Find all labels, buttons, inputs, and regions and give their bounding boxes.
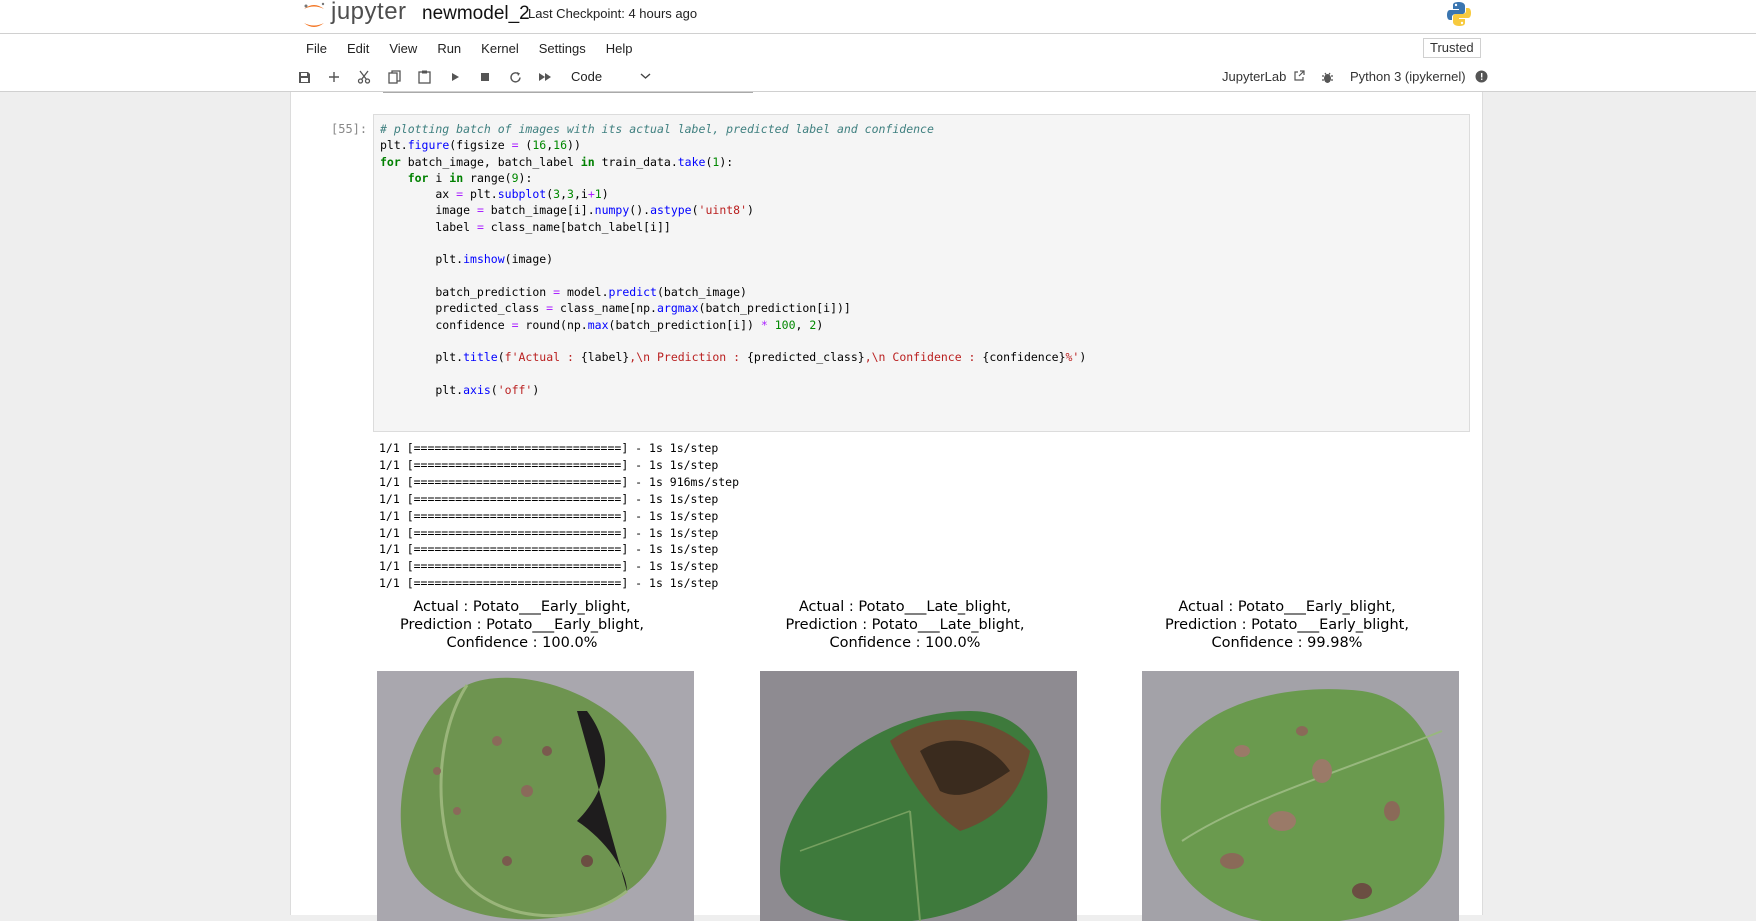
title-actual: Actual : Potato___Late_blight, <box>798 599 1012 615</box>
jupyter-logo[interactable]: jupyter <box>301 0 407 32</box>
leaf-image <box>760 671 1077 921</box>
menu: File Edit View Run Kernel Settings Help <box>296 34 642 63</box>
subplot-title: Actual : Potato___Early_blight, Predicti… <box>1122 598 1452 652</box>
restart-run-all-button[interactable] <box>536 68 554 86</box>
python-logo-icon <box>1447 2 1471 26</box>
fast-forward-icon <box>539 73 551 81</box>
menu-edit[interactable]: Edit <box>337 41 379 56</box>
output-line: 1/1 [==============================] - 1… <box>379 542 719 557</box>
menu-file[interactable]: File <box>296 41 337 56</box>
menu-settings[interactable]: Settings <box>529 41 596 56</box>
menu-help[interactable]: Help <box>596 41 643 56</box>
code-cell-editor[interactable]: # plotting batch of images with its actu… <box>373 114 1470 432</box>
restart-button[interactable] <box>506 68 524 86</box>
title-confidence: Confidence : 100.0% <box>829 635 981 651</box>
output-line: 1/1 [==============================] - 1… <box>379 508 719 523</box>
interrupt-button[interactable] <box>476 68 494 86</box>
kernel-label: Python 3 (ipykernel) <box>1350 69 1466 84</box>
plus-icon <box>329 72 339 82</box>
notebook-panel: [55]: # plotting batch of images with it… <box>290 92 1483 921</box>
run-button[interactable] <box>446 68 464 86</box>
kernel-name[interactable]: Python 3 (ipykernel) <box>1350 69 1488 84</box>
leaf-image <box>1142 671 1459 921</box>
top-bar: jupyter newmodel_2 Last Checkpoint: 4 ho… <box>0 0 1756 33</box>
kernel-status-icon <box>1475 70 1488 83</box>
output-line: 1/1 [==============================] - 1… <box>379 559 719 574</box>
logo-text: jupyter <box>331 0 407 25</box>
paste-icon <box>417 70 431 84</box>
copy-button[interactable] <box>385 68 403 86</box>
jupyterlab-label: JupyterLab <box>1222 69 1287 84</box>
notebook-toolbar: Code JupyterLab Python 3 (ipykernel) <box>0 63 1756 92</box>
scissors-icon <box>357 70 371 84</box>
output-line: 1/1 [==============================] - 1… <box>379 474 740 489</box>
previous-output-divider <box>383 92 753 95</box>
checkpoint-status: Last Checkpoint: 4 hours ago <box>528 6 698 21</box>
title-prediction: Prediction : Potato___Early_blight, <box>1165 617 1409 633</box>
menu-view[interactable]: View <box>379 41 427 56</box>
notebook-name[interactable]: newmodel_2 <box>422 3 530 25</box>
title-confidence: Confidence : 100.0% <box>446 635 598 651</box>
cell-type-value: Code <box>571 69 603 84</box>
chevron-down-icon <box>640 68 651 86</box>
output-line: 1/1 [==============================] - 1… <box>379 491 719 506</box>
add-cell-button[interactable] <box>325 68 343 86</box>
title-confidence: Confidence : 99.98% <box>1211 635 1363 651</box>
restart-icon <box>509 71 521 83</box>
stop-icon <box>481 73 489 81</box>
output-line: 1/1 [==============================] - 1… <box>379 441 719 455</box>
code-content: # plotting batch of images with its actu… <box>380 122 1087 397</box>
title-prediction: Prediction : Potato___Early_blight, <box>400 617 644 633</box>
output-line: 1/1 [==============================] - 1… <box>379 576 719 591</box>
play-icon <box>452 73 459 81</box>
menu-kernel[interactable]: Kernel <box>471 41 529 56</box>
jupyterlab-link[interactable]: JupyterLab <box>1222 69 1305 84</box>
cell-type-select[interactable]: Code <box>571 68 651 86</box>
copy-icon <box>387 70 401 84</box>
cell-execution-count: [55]: <box>331 122 368 136</box>
trusted-indicator[interactable]: Trusted <box>1423 38 1481 58</box>
subplot-2: Actual : Potato___Late_blight, Predictio… <box>740 598 1077 921</box>
bug-icon <box>1321 72 1333 83</box>
output-line: 1/1 [==============================] - 1… <box>379 525 719 540</box>
cut-button[interactable] <box>355 68 373 86</box>
leaf-image <box>377 671 694 921</box>
save-icon <box>298 71 310 83</box>
subplot-1: Actual : Potato___Early_blight, Predicti… <box>357 598 694 921</box>
paste-button[interactable] <box>415 68 433 86</box>
save-button[interactable] <box>295 68 313 86</box>
external-link-icon <box>1294 70 1305 81</box>
cell-output-text: 1/1 [==============================] - 1… <box>379 440 739 592</box>
menu-run[interactable]: Run <box>427 41 471 56</box>
subplot-title: Actual : Potato___Late_blight, Predictio… <box>740 598 1070 652</box>
title-prediction: Prediction : Potato___Late_blight, <box>785 617 1025 633</box>
debugger-button[interactable] <box>1318 68 1336 86</box>
menu-bar: File Edit View Run Kernel Settings Help … <box>0 33 1756 64</box>
jupyter-logo-icon <box>304 2 325 27</box>
title-actual: Actual : Potato___Early_blight, <box>413 599 631 615</box>
subplot-title: Actual : Potato___Early_blight, Predicti… <box>357 598 687 652</box>
title-actual: Actual : Potato___Early_blight, <box>1178 599 1396 615</box>
subplot-3: Actual : Potato___Early_blight, Predicti… <box>1122 598 1459 921</box>
output-line: 1/1 [==============================] - 1… <box>379 457 719 472</box>
